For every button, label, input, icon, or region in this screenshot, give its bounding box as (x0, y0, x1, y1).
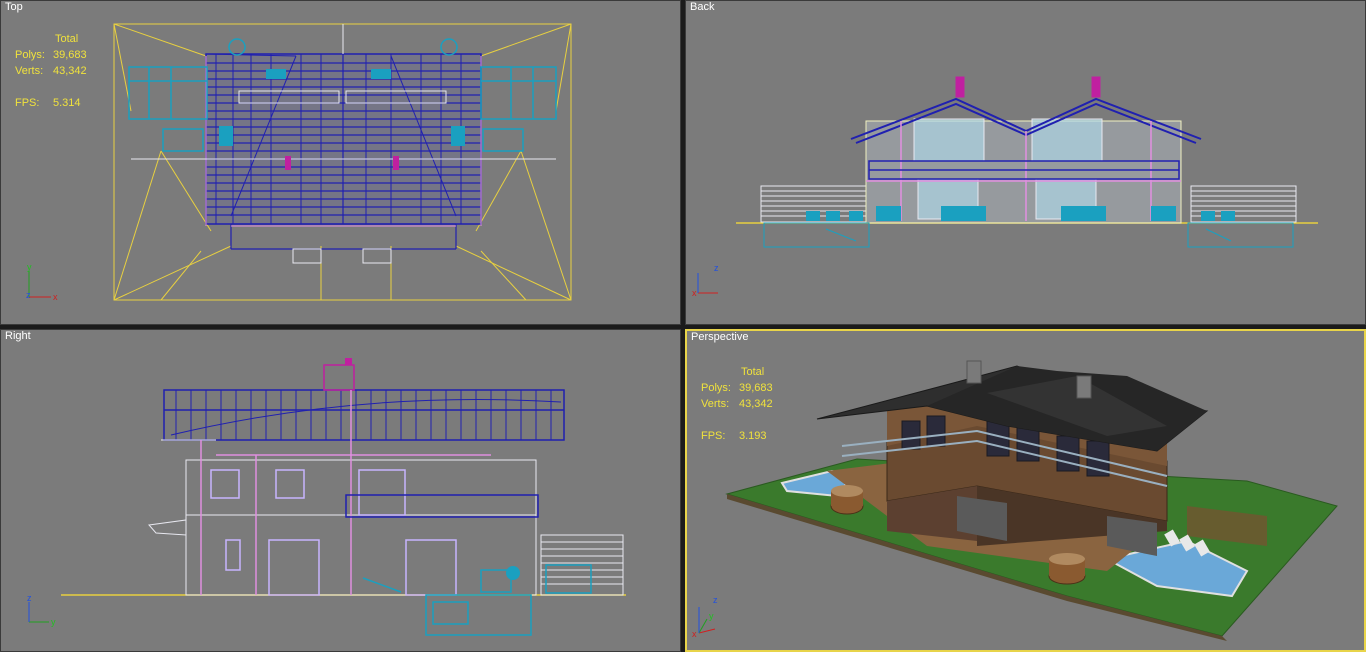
axis-x-label: x (692, 288, 697, 298)
viewport-top[interactable]: Top Total Polys: 39,683 Verts: 43,342 FPS:… (0, 0, 681, 325)
axis-y-label: y (51, 617, 56, 627)
axis-gizmo-top: x y z (26, 262, 58, 302)
axis-x-label: x (692, 629, 697, 639)
axis-z-label: z (714, 263, 719, 273)
viewport-perspective[interactable]: Perspective Total Polys: 39,683 Verts: 43,… (685, 329, 1366, 652)
viewport-right[interactable]: Right y z (0, 329, 681, 652)
axis-y-label: y (709, 611, 714, 621)
axis-y-label: y (27, 262, 32, 272)
axis-z-label: z (27, 593, 32, 603)
viewport-back[interactable]: Back x z (685, 0, 1366, 325)
axis-z-label: z (26, 290, 31, 300)
right-view-wireframe (61, 358, 626, 636)
perspective-render (725, 360, 1338, 641)
axis-x-label: x (53, 292, 58, 302)
axis-z-label: z (713, 595, 718, 605)
axis-gizmo-right: y z (27, 593, 56, 627)
axis-gizmo-perspective: x y z (692, 595, 718, 639)
axis-gizmo-back: x z (692, 263, 719, 298)
back-view-wireframe (736, 76, 1318, 248)
top-view-wireframe (113, 23, 572, 301)
